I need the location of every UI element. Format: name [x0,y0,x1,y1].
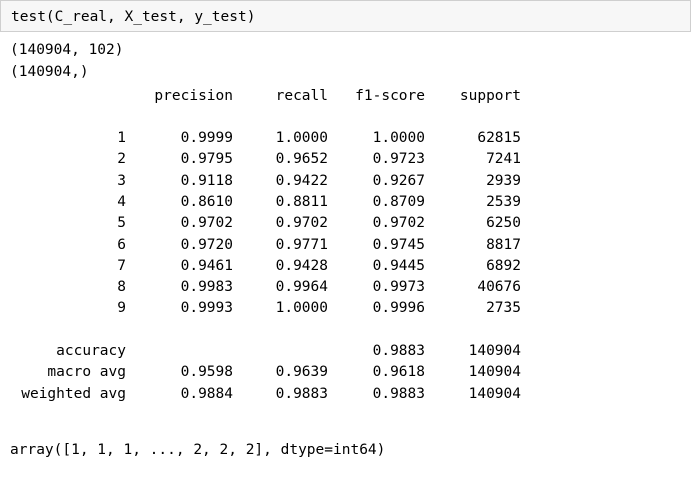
summary-label: weighted avg [21,385,126,402]
row-label: 5 [117,215,126,232]
row-f1: 0.9745 [372,236,425,253]
row-precision: 0.8610 [180,193,233,210]
row-label: 1 [117,130,126,146]
row-f1: 0.9445 [372,257,425,274]
row-recall: 0.9428 [275,257,328,274]
row-support: 2735 [486,300,521,317]
row-f1: 0.8709 [372,193,425,210]
cell-output: (140904, 102) (140904,) precision recall f… [0,40,693,478]
row-label: 9 [117,300,126,317]
row-precision: 0.9993 [180,300,233,317]
report-header-support: support [459,88,521,104]
row-f1: 0.9973 [372,279,425,296]
summary-f1: 0.9883 [372,343,425,359]
summary-support: 140904 [468,364,521,381]
code-input-text[interactable]: test(C_real, X_test, y_test) [11,7,255,27]
report-header-precision: precision [154,88,233,104]
row-recall: 1.0000 [275,300,328,317]
row-label: 8 [117,279,126,296]
row-precision: 0.9795 [180,151,233,168]
row-precision: 0.9720 [180,236,233,253]
row-label: 3 [117,172,126,189]
notebook: test(C_real, X_test, y_test) (140904, 10… [0,0,693,478]
row-f1: 0.9723 [372,151,425,168]
row-support: 6250 [486,215,521,232]
row-recall: 0.9422 [275,172,328,189]
row-recall: 0.9702 [275,215,328,232]
row-label: 4 [117,193,126,210]
row-recall: 0.9771 [275,236,328,253]
row-recall: 0.9964 [275,279,328,296]
row-precision: 0.9999 [180,130,233,146]
shape-y-text: (140904,) [10,64,89,80]
row-support: 62815 [477,130,521,146]
summary-recall: 0.9883 [275,385,328,402]
report-header-recall: recall [275,88,328,104]
summary-f1: 0.9883 [372,385,425,402]
row-support: 7241 [486,151,521,168]
summary-recall: 0.9639 [275,364,328,381]
row-f1: 0.9267 [372,172,425,189]
code-input-cell[interactable]: test(C_real, X_test, y_test) [0,0,691,32]
report-header-f1-score: f1-score [355,88,425,104]
row-precision: 0.9118 [180,172,233,189]
row-support: 40676 [477,279,521,296]
summary-precision: 0.9884 [180,385,233,402]
summary-f1: 0.9618 [372,364,425,381]
array-output-text: array([1, 1, 1, ..., 2, 2, 2], dtype=int… [10,442,386,458]
row-precision: 0.9702 [180,215,233,232]
row-recall: 0.9652 [275,151,328,168]
shape-x-text: (140904, 102) [10,42,124,58]
row-support: 6892 [486,257,521,274]
row-precision: 0.9461 [180,257,233,274]
row-recall: 1.0000 [275,130,328,146]
row-label: 2 [117,151,126,168]
summary-support: 140904 [468,343,521,359]
summary-label: macro avg [47,364,126,381]
row-f1: 0.9702 [372,215,425,232]
row-label: 6 [117,236,126,253]
row-support: 8817 [486,236,521,253]
summary-precision: 0.9598 [180,364,233,381]
row-f1: 1.0000 [372,130,425,146]
row-f1: 0.9996 [372,300,425,317]
summary-label: accuracy [56,343,126,359]
row-support: 2939 [486,172,521,189]
row-precision: 0.9983 [180,279,233,296]
row-label: 7 [117,257,126,274]
row-support: 2539 [486,193,521,210]
summary-support: 140904 [468,385,521,402]
row-recall: 0.8811 [275,193,328,210]
